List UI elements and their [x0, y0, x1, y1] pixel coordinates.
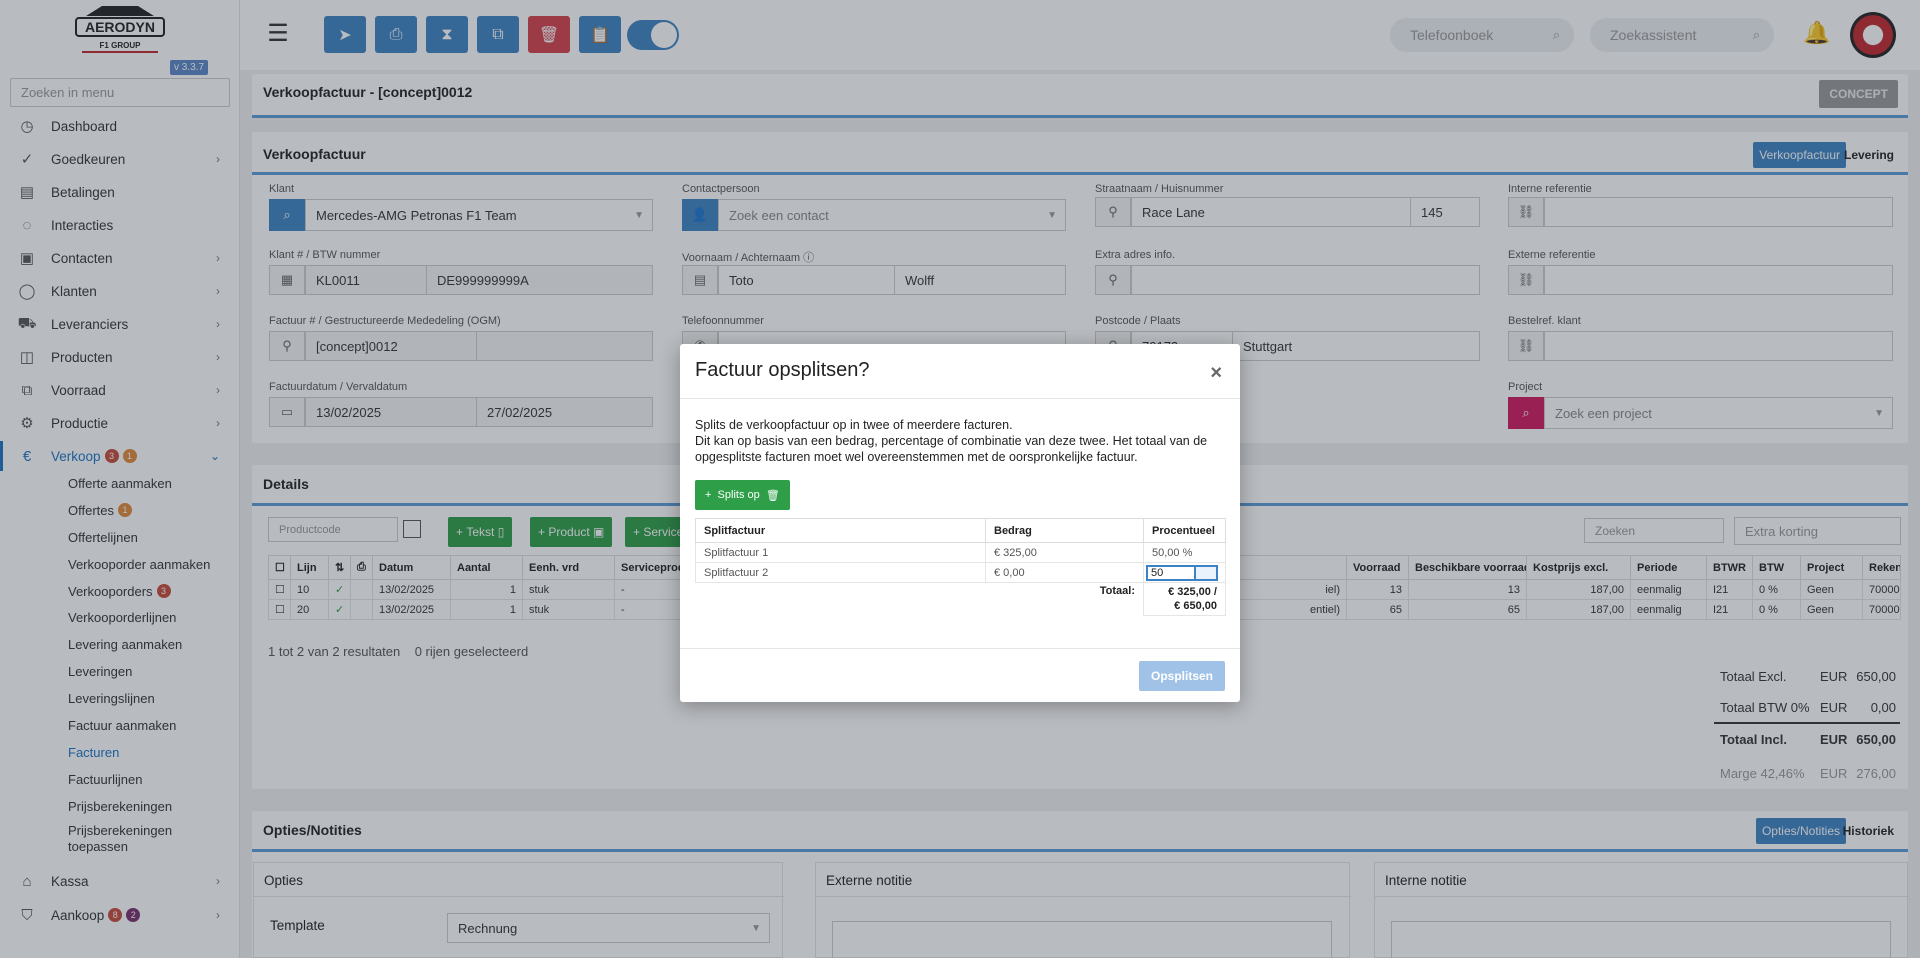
split-table: Splitfactuur Bedrag Procentueel Splitfac… — [695, 518, 1226, 616]
col-splitfactuur: Splitfactuur — [695, 518, 986, 543]
split-name: Splitfactuur 1 — [695, 542, 986, 563]
col-procentueel: Procentueel — [1143, 518, 1226, 543]
plus-icon: + — [705, 489, 718, 501]
total-label: Totaal: — [1099, 585, 1135, 597]
close-icon[interactable]: × — [1210, 362, 1222, 385]
split-invoice-modal: Factuur opsplitsen? × Splits de verkoopf… — [680, 344, 1240, 702]
total-value: € 325,00 /€ 650,00 — [1143, 582, 1226, 616]
modal-description: Splits de verkoopfactuur op in twee of m… — [695, 418, 1208, 464]
split-amount[interactable]: € 325,00 — [985, 542, 1144, 563]
split-row: Splitfactuur 2 € 0,00 — [695, 562, 1226, 583]
split-total-row: Totaal: € 325,00 /€ 650,00 — [696, 582, 1226, 616]
split-pct-cell — [1143, 562, 1226, 583]
pct-input-addon — [1196, 564, 1218, 581]
opsplitsen-button[interactable]: Opsplitsen — [1138, 661, 1225, 691]
split-pct[interactable]: 50,00 % — [1143, 542, 1226, 563]
split-name: Splitfactuur 2 — [695, 562, 986, 583]
split-header-row: Splitfactuur Bedrag Procentueel — [695, 518, 1226, 543]
divider — [680, 398, 1240, 399]
trash-icon: 🗑 — [759, 489, 780, 502]
split-pct-input[interactable] — [1146, 564, 1196, 581]
split-add-button[interactable]: + Splits op 🗑 — [695, 480, 790, 510]
col-bedrag: Bedrag — [985, 518, 1144, 543]
split-row: Splitfactuur 1 € 325,00 50,00 % — [695, 542, 1226, 563]
modal-title: Factuur opsplitsen? — [695, 359, 870, 381]
split-amount[interactable]: € 0,00 — [985, 562, 1144, 583]
divider — [680, 648, 1240, 649]
